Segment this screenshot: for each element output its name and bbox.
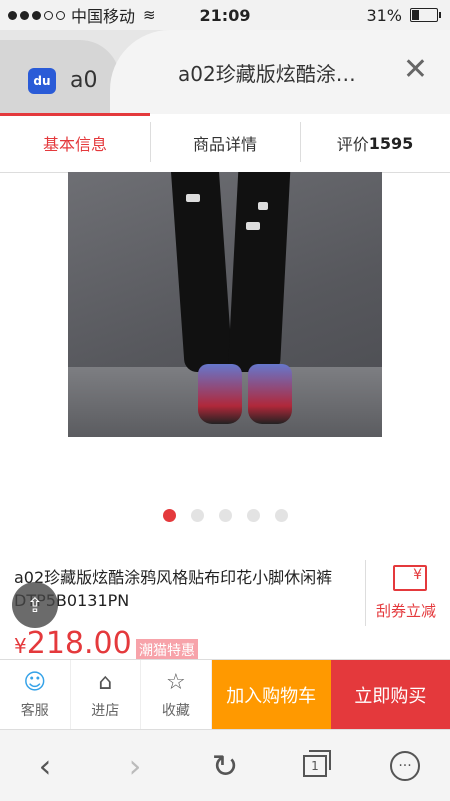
gallery-pagination bbox=[0, 509, 450, 522]
gallery-dot[interactable] bbox=[218, 509, 232, 522]
refresh-icon[interactable]: ↻ bbox=[200, 741, 250, 791]
tab-product-details[interactable]: 商品详情 bbox=[150, 114, 300, 172]
wifi-icon: ≋ bbox=[143, 6, 156, 24]
gallery-dot[interactable] bbox=[274, 509, 288, 522]
carrier-name: 中国移动 bbox=[71, 7, 136, 26]
baidu-logo-icon: du bbox=[28, 68, 56, 94]
battery-percent: 31% bbox=[366, 5, 402, 25]
tab-product-details-label: 商品详情 bbox=[192, 135, 257, 154]
tab-count: 1 bbox=[303, 749, 331, 777]
currency-symbol: ¥ bbox=[14, 634, 27, 658]
review-count: 1595 bbox=[368, 133, 414, 153]
browser-tab-strip: du a0 a02珍藏版炫酷涂… ✕ bbox=[0, 30, 450, 114]
signal-strength bbox=[8, 10, 65, 20]
close-icon[interactable]: ✕ bbox=[403, 52, 428, 87]
favorite-label: 收藏 bbox=[161, 703, 190, 719]
battery-icon bbox=[410, 8, 441, 22]
price: ¥218.00 bbox=[14, 626, 132, 661]
visit-shop-label: 进店 bbox=[91, 703, 120, 719]
gallery-dot[interactable] bbox=[246, 509, 260, 522]
customer-service-label: 客服 bbox=[20, 703, 49, 719]
inactive-tab-title: a0 bbox=[70, 68, 98, 93]
active-tab-title: a02珍藏版炫酷涂… bbox=[178, 62, 356, 86]
buy-now-button[interactable]: 立即购买 bbox=[330, 660, 450, 730]
gallery-dot[interactable] bbox=[162, 509, 176, 522]
tab-basic-info-label: 基本信息 bbox=[42, 135, 107, 154]
shop-icon: ⌂ bbox=[98, 670, 113, 695]
add-to-cart-button[interactable]: 加入购物车 bbox=[211, 660, 331, 730]
coupon-icon: ¥ bbox=[393, 565, 427, 591]
inactive-browser-tab[interactable]: du a0 bbox=[0, 40, 120, 114]
promo-badge: 潮猫特惠 bbox=[136, 639, 198, 661]
price-value: 218.00 bbox=[26, 626, 132, 661]
star-icon: ☆ bbox=[165, 670, 186, 695]
gallery-dot[interactable] bbox=[190, 509, 204, 522]
status-bar: 中国移动 ≋ 21:09 31% bbox=[0, 0, 450, 30]
tab-basic-info[interactable]: 基本信息 bbox=[0, 113, 150, 172]
tab-reviews-label: 评价 bbox=[336, 135, 369, 154]
visit-shop-button[interactable]: ⌂ 进店 bbox=[71, 660, 142, 730]
browser-toolbar: ‹ › ↻ 1 ··· bbox=[0, 729, 450, 801]
tab-reviews[interactable]: 评价 1595 bbox=[300, 114, 450, 172]
back-icon[interactable]: ‹ bbox=[20, 741, 70, 791]
customer-service-button[interactable]: ☺ 客服 bbox=[0, 660, 71, 730]
forward-icon[interactable]: › bbox=[110, 741, 160, 791]
product-segment-tabs: 基本信息 商品详情 评价 1595 bbox=[0, 113, 450, 173]
product-image[interactable] bbox=[68, 172, 382, 437]
more-menu-icon[interactable]: ··· bbox=[380, 741, 430, 791]
coupon-label: 刮券立减 bbox=[376, 602, 437, 620]
product-title: a02珍藏版炫酷涂鸦风格贴布印花小脚休闲裤 DTP5B0131PN bbox=[14, 568, 333, 610]
favorite-button[interactable]: ☆ 收藏 bbox=[141, 660, 212, 730]
coupon-button[interactable]: ¥ 刮券立减 bbox=[365, 560, 450, 626]
purchase-action-bar: ☺ 客服 ⌂ 进店 ☆ 收藏 加入购物车 立即购买 bbox=[0, 659, 450, 730]
share-icon[interactable]: ⇪ bbox=[12, 582, 58, 628]
chat-bubble-icon: ☺ bbox=[23, 670, 47, 695]
tabs-button[interactable]: 1 bbox=[290, 741, 340, 791]
active-browser-tab[interactable]: a02珍藏版炫酷涂… ✕ bbox=[110, 30, 450, 114]
